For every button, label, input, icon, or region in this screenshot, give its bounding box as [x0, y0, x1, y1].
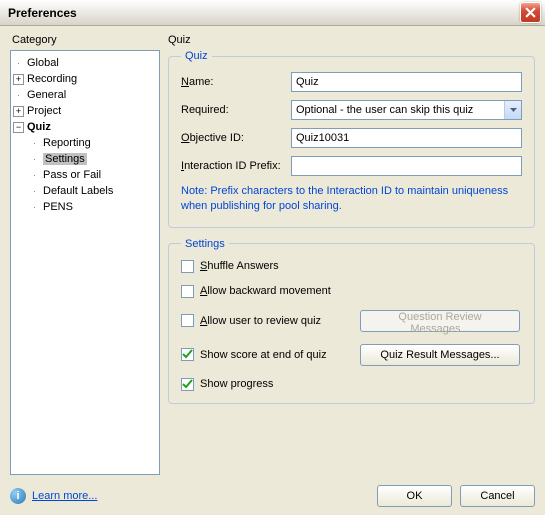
dialog-body: Category Quiz Global + Recording General…: [0, 26, 545, 515]
interaction-input[interactable]: [291, 156, 522, 176]
prefix-note: Note: Prefix characters to the Interacti…: [181, 184, 522, 215]
chevron-down-icon: [504, 101, 521, 119]
review-label: Allow user to review quiz: [200, 315, 360, 327]
name-label: Name:: [181, 76, 291, 88]
close-button[interactable]: [520, 2, 541, 23]
tree-item-reporting[interactable]: Reporting: [13, 135, 157, 151]
quiz-group-legend: Quiz: [181, 50, 212, 62]
objective-label: Objective ID:: [181, 132, 291, 144]
shuffle-label: Shuffle Answers: [200, 260, 360, 272]
tree-item-pens[interactable]: PENS: [13, 199, 157, 215]
dialog-footer: i Learn more... OK Cancel: [10, 475, 535, 507]
progress-label: Show progress: [200, 378, 360, 390]
backward-checkbox[interactable]: [181, 285, 194, 298]
settings-group: Settings Shuffle Answers Allow backward …: [168, 238, 535, 404]
tree-item-global[interactable]: Global: [13, 55, 157, 71]
required-select[interactable]: Optional - the user can skip this quiz: [291, 100, 522, 120]
tree-item-project[interactable]: + Project: [13, 103, 157, 119]
expand-icon[interactable]: +: [13, 74, 24, 85]
ok-button[interactable]: OK: [377, 485, 452, 507]
result-messages-button[interactable]: Quiz Result Messages...: [360, 344, 520, 366]
tree-item-recording[interactable]: + Recording: [13, 71, 157, 87]
cancel-button[interactable]: Cancel: [460, 485, 535, 507]
review-checkbox[interactable]: [181, 314, 194, 327]
settings-panel: Quiz Name: Required: Optional - the user…: [168, 50, 535, 475]
panel-header: Quiz: [160, 34, 535, 46]
tree-item-general[interactable]: General: [13, 87, 157, 103]
learn-more-link[interactable]: Learn more...: [32, 490, 97, 502]
tree-item-default-labels[interactable]: Default Labels: [13, 183, 157, 199]
objective-input[interactable]: [291, 128, 522, 148]
settings-group-legend: Settings: [181, 238, 229, 250]
required-value: Optional - the user can skip this quiz: [296, 104, 473, 116]
review-messages-button: Question Review Messages...: [360, 310, 520, 332]
score-label: Show score at end of quiz: [200, 349, 360, 361]
collapse-icon[interactable]: −: [13, 122, 24, 133]
titlebar: Preferences: [0, 0, 545, 26]
progress-checkbox[interactable]: [181, 378, 194, 391]
category-header: Category: [10, 34, 160, 46]
backward-label: Allow backward movement: [200, 285, 360, 297]
category-tree[interactable]: Global + Recording General + Project − Q…: [10, 50, 160, 475]
quiz-group: Quiz Name: Required: Optional - the user…: [168, 50, 535, 228]
info-icon: i: [10, 488, 26, 504]
tree-item-quiz[interactable]: − Quiz: [13, 119, 157, 135]
interaction-label: Interaction ID Prefix:: [181, 160, 291, 172]
window-title: Preferences: [8, 6, 520, 20]
name-input[interactable]: [291, 72, 522, 92]
shuffle-checkbox[interactable]: [181, 260, 194, 273]
tree-item-settings[interactable]: Settings: [13, 151, 157, 167]
column-headers: Category Quiz: [10, 34, 535, 46]
tree-item-pass-or-fail[interactable]: Pass or Fail: [13, 167, 157, 183]
close-icon: [525, 7, 536, 18]
required-label: Required:: [181, 104, 291, 116]
expand-icon[interactable]: +: [13, 106, 24, 117]
score-checkbox[interactable]: [181, 348, 194, 361]
